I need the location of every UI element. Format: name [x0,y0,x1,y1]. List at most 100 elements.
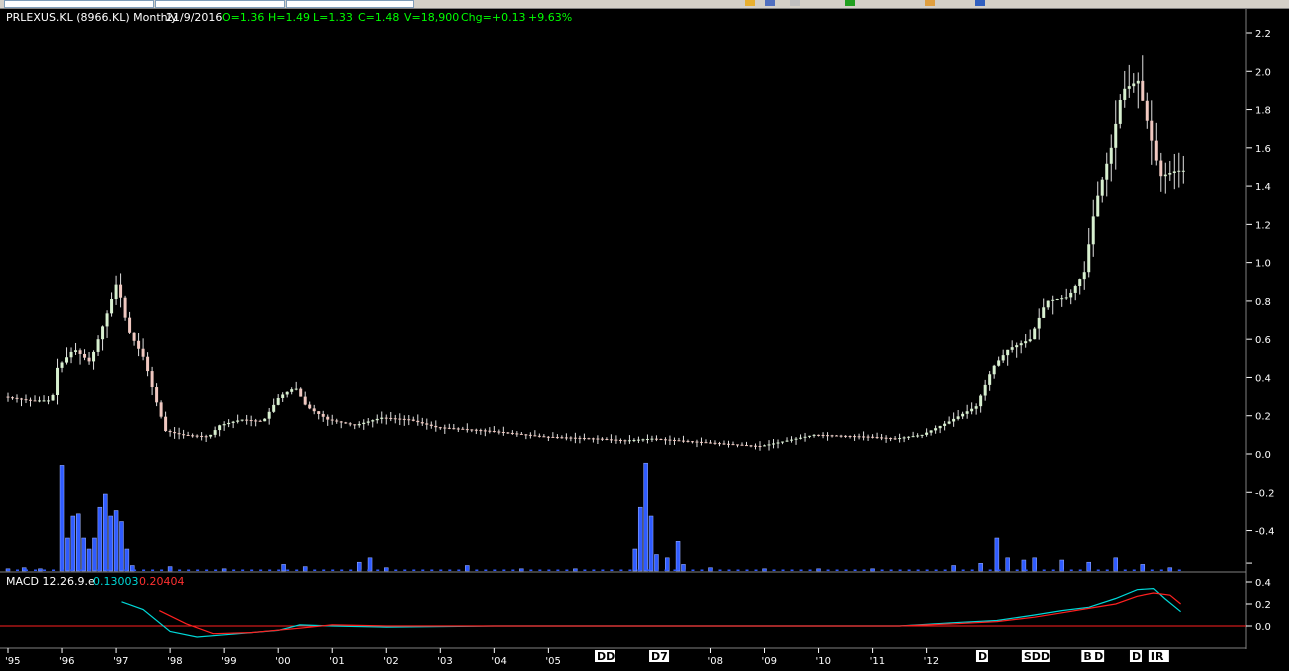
volume-bar [475,569,479,571]
candle-body [934,428,938,431]
candle-body [668,439,672,441]
candle-body [155,387,159,403]
toolbar-icon[interactable] [790,0,800,6]
volume-bar [538,569,542,571]
volume-bar [574,569,578,571]
volume-value: V=18,900 [404,11,459,24]
candle-body [857,436,861,438]
candle-body [119,284,123,298]
candle-body [569,437,573,439]
candle-body [880,437,884,439]
candle-body [326,416,330,420]
volume-bar [1141,569,1145,571]
candle-body [258,420,262,422]
candle-body [956,416,960,419]
candle-body [785,440,789,442]
volume-bar [556,569,560,571]
candle-body [83,353,87,358]
candle-body [938,425,942,429]
volume-bar [1132,569,1136,571]
toolbar-icon[interactable] [745,0,755,6]
volume-bar [241,569,245,571]
candle-body [645,439,649,441]
volume-bar [61,569,65,571]
volume-bar [646,569,650,571]
volume-bar [583,569,587,571]
volume-bar [394,569,398,571]
volume-bar [196,569,200,571]
volume-bar [961,569,965,571]
candle-body [438,427,442,429]
candle-body [943,423,947,426]
volume-bar [1021,559,1027,572]
candle-body [1024,341,1028,344]
volume-bar [1114,569,1118,571]
volume-bar [160,569,164,571]
toolbar-field[interactable] [4,0,154,8]
candle-body [492,431,496,433]
candle-body [745,445,749,447]
candle-body [173,432,177,434]
candle-body [681,440,685,442]
candle-body [263,418,267,422]
candle-body [537,435,541,437]
candle-body [1168,173,1172,175]
volume-bar [448,569,452,571]
toolbar-icon[interactable] [925,0,935,6]
volume-bar [376,569,380,571]
candle-body [871,436,875,438]
date-label: 21/9/2016 [166,11,222,24]
volume-bar [223,569,227,571]
date-tick-label: '09 [762,656,777,667]
volume-bar [430,569,434,571]
volume-bar [124,548,130,572]
candle-body [335,420,339,422]
play-icon[interactable] [845,0,855,6]
candle-body [1082,272,1086,280]
volume-bar [970,569,974,571]
toolbar [0,0,1289,9]
candle-body [398,418,402,420]
volume-bar [1006,569,1010,571]
candle-body [168,431,172,433]
candle-body [294,388,298,390]
toolbar-field[interactable] [286,0,414,8]
volume-bar [637,506,643,572]
candle-body [92,351,96,362]
candle-body [835,435,839,437]
price-chart[interactable]: PRLEXUS.KL (8966.KL) Monthly 21/9/2016 O… [0,9,1289,671]
candle-body [11,397,15,399]
volume-bar [502,569,506,571]
volume-bar [1177,569,1181,571]
volume-bar [1024,569,1028,571]
candle-body [402,418,406,420]
candle-body [420,422,424,424]
open-value: O=1.36 [222,11,264,24]
volume-bar [115,569,119,571]
candle-body [893,438,897,440]
candle-body [506,432,510,434]
candle-body [578,437,582,439]
volume-bar [187,569,191,571]
volume-bar [103,493,108,572]
candle-body [1091,216,1095,245]
candle-body [150,371,154,388]
candle-body [24,399,28,401]
volume-bar [853,569,857,571]
volume-bar [673,569,677,571]
toolbar-icon[interactable] [975,0,985,6]
volume-bars [5,462,1181,572]
change-percent: +9.63% [528,11,572,24]
candle-body [731,444,735,446]
candle-body [618,439,622,441]
candle-body [803,436,807,438]
candle-body [1073,286,1077,293]
candle-body [339,421,343,423]
candle-body [267,411,271,419]
toolbar-icon[interactable] [765,0,775,6]
volume-bar [709,569,713,571]
candle-body [735,444,739,446]
date-tick-label: '08 [707,656,722,667]
toolbar-field[interactable] [155,0,285,8]
candle-body [1078,279,1082,287]
